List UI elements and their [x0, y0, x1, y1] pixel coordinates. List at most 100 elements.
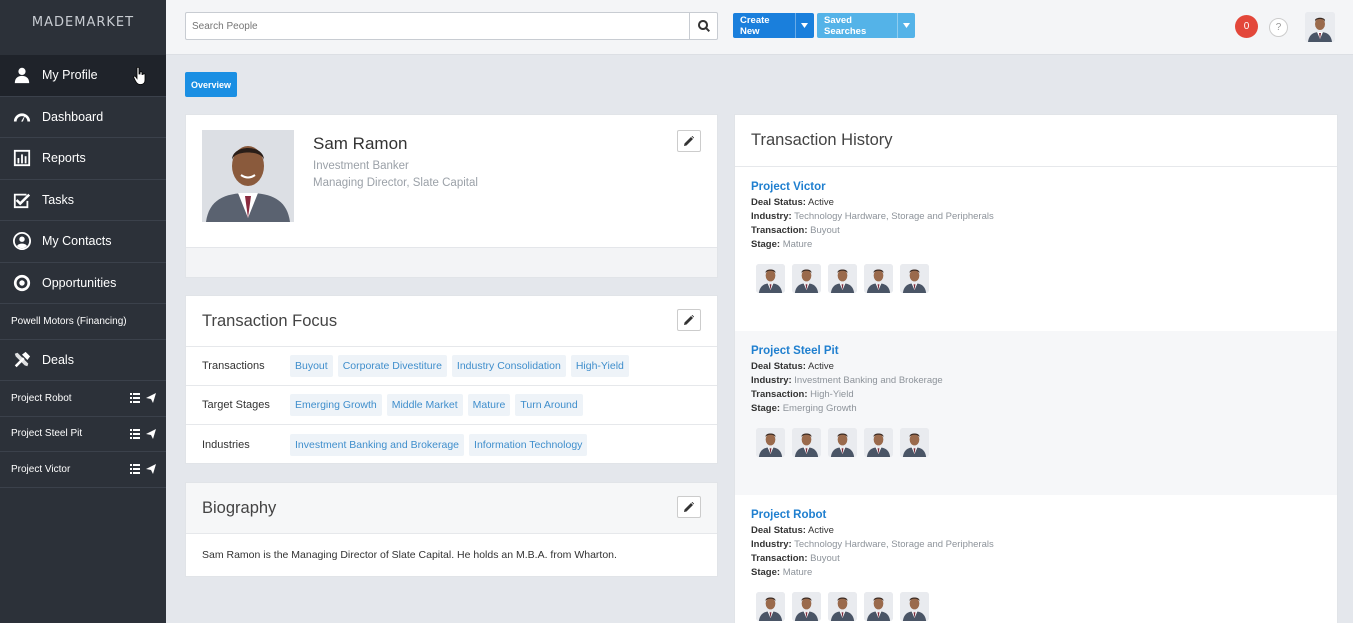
list-icon[interactable] [130, 393, 140, 404]
saved-searches-dropdown[interactable] [897, 13, 915, 38]
tag-chip[interactable]: Buyout [290, 355, 333, 377]
biography-header: Biography [186, 483, 717, 534]
sidebar-item-label: Project Robot [11, 392, 72, 404]
avatar[interactable] [864, 428, 893, 457]
history-project: Project Victor Deal Status: Active Indus… [735, 181, 1337, 331]
search-input[interactable] [186, 13, 689, 39]
create-new-label: Create New [740, 14, 770, 37]
tag-chip[interactable]: Industry Consolidation [451, 355, 566, 377]
bar-chart-icon [12, 148, 32, 168]
send-icon[interactable] [146, 464, 156, 475]
project-link[interactable]: Project Victor [751, 181, 1337, 193]
focus-label: Transactions [202, 360, 265, 372]
sidebar-item-dashboard[interactable]: Dashboard [0, 97, 166, 138]
project-link[interactable]: Project Robot [751, 509, 1337, 521]
deal-status: Active [808, 525, 834, 536]
user-avatar[interactable] [1305, 12, 1335, 42]
search-button[interactable] [689, 13, 717, 39]
field-label: Transaction: [751, 225, 808, 236]
sidebar-item-my-contacts[interactable]: My Contacts [0, 221, 166, 263]
focus-label: Industries [202, 438, 250, 451]
user-icon [12, 65, 32, 85]
avatar[interactable] [792, 264, 821, 293]
transaction-focus-card: Transaction Focus Transactions Buyout Co… [185, 295, 718, 464]
sidebar-item-reports[interactable]: Reports [0, 138, 166, 180]
avatar[interactable] [900, 264, 929, 293]
team-avatars [756, 592, 1337, 621]
sidebar-item-label: Reports [42, 151, 86, 166]
tag-chip[interactable]: Emerging Growth [290, 394, 382, 416]
focus-label: Target Stages [202, 399, 270, 411]
history-project: Project Robot Deal Status: Active Indust… [735, 495, 1337, 623]
tag-chip[interactable]: Information Technology [469, 433, 588, 456]
caret-down-icon [903, 23, 910, 28]
target-icon [12, 273, 32, 293]
avatar[interactable] [756, 592, 785, 621]
tag-chip[interactable]: Investment Banking and Brokerage [290, 433, 465, 456]
avatar[interactable] [828, 264, 857, 293]
edit-transaction-focus-button[interactable] [677, 309, 701, 331]
send-icon[interactable] [146, 428, 156, 439]
tag-chip[interactable]: Middle Market [386, 394, 463, 416]
tag-chip[interactable]: Turn Around [515, 394, 583, 416]
transaction-value: Buyout [810, 553, 840, 564]
sidebar-item-opportunities[interactable]: Opportunities [0, 263, 166, 304]
profile-card: Sam Ramon Investment Banker Managing Dir… [185, 114, 718, 278]
sidebar-item-label: My Contacts [42, 234, 112, 249]
sidebar-item-tasks[interactable]: Tasks [0, 180, 166, 221]
sidebar-deal-project-steel-pit[interactable]: Project Steel Pit [0, 417, 166, 452]
field-label: Stage: [751, 567, 781, 578]
caret-down-icon [801, 23, 808, 28]
sidebar-deal-project-victor[interactable]: Project Victor [0, 452, 166, 488]
notification-badge[interactable]: 0 [1235, 15, 1258, 38]
avatar[interactable] [828, 592, 857, 621]
send-icon[interactable] [146, 393, 156, 404]
transaction-history-card: Transaction History Project Victor Deal … [734, 114, 1338, 623]
sidebar: MADEMARKET My Profile Dashboard Reports … [0, 0, 166, 623]
sidebar-item-label: My Profile [42, 68, 98, 83]
edit-profile-button[interactable] [677, 130, 701, 152]
avatar[interactable] [792, 428, 821, 457]
sidebar-item-deals[interactable]: Deals [0, 340, 166, 381]
focus-row-target-stages: Target Stages Emerging Growth Middle Mar… [186, 386, 717, 425]
avatar[interactable] [864, 264, 893, 293]
profile-name: Sam Ramon [313, 134, 408, 153]
top-bar: Create New Saved Searches 0 ? [166, 0, 1353, 55]
sidebar-item-label: Opportunities [42, 275, 117, 290]
list-icon[interactable] [130, 464, 140, 475]
tag-chip[interactable]: Corporate Divestiture [337, 355, 447, 377]
project-link[interactable]: Project Steel Pit [751, 345, 1337, 357]
edit-biography-button[interactable] [677, 496, 701, 518]
avatar[interactable] [756, 428, 785, 457]
tools-icon [12, 350, 32, 370]
sidebar-deal-project-robot[interactable]: Project Robot [0, 381, 166, 417]
create-new-button[interactable]: Create New [733, 13, 814, 38]
sidebar-item-label: Project Victor [11, 463, 71, 475]
sidebar-item-label: Dashboard [42, 109, 104, 124]
avatar[interactable] [792, 592, 821, 621]
tag-chip[interactable]: Mature [467, 394, 511, 416]
field-label: Stage: [751, 403, 781, 414]
avatar[interactable] [900, 428, 929, 457]
avatar[interactable] [756, 264, 785, 293]
saved-searches-button[interactable]: Saved Searches [817, 13, 915, 38]
sidebar-item-label: Tasks [42, 192, 74, 207]
field-label: Deal Status: [751, 197, 806, 208]
avatar[interactable] [900, 592, 929, 621]
team-avatars [756, 264, 1337, 293]
focus-row-transactions: Transactions Buyout Corporate Divestitur… [186, 347, 717, 386]
field-label: Transaction: [751, 553, 808, 564]
list-icon[interactable] [130, 428, 140, 439]
tab-overview[interactable]: Overview [185, 72, 237, 97]
avatar[interactable] [828, 428, 857, 457]
create-new-dropdown[interactable] [795, 13, 813, 38]
profile-card-footer [186, 247, 717, 277]
sidebar-item-opportunity-powell[interactable]: Powell Motors (Financing) [0, 304, 166, 340]
tag-chip[interactable]: High-Yield [570, 355, 629, 377]
help-icon[interactable]: ? [1269, 18, 1288, 37]
avatar[interactable] [864, 592, 893, 621]
check-square-icon [12, 190, 32, 210]
profile-role: Investment Banker [313, 160, 409, 172]
transaction-value: Buyout [810, 225, 840, 236]
hand-cursor-icon [133, 67, 146, 85]
